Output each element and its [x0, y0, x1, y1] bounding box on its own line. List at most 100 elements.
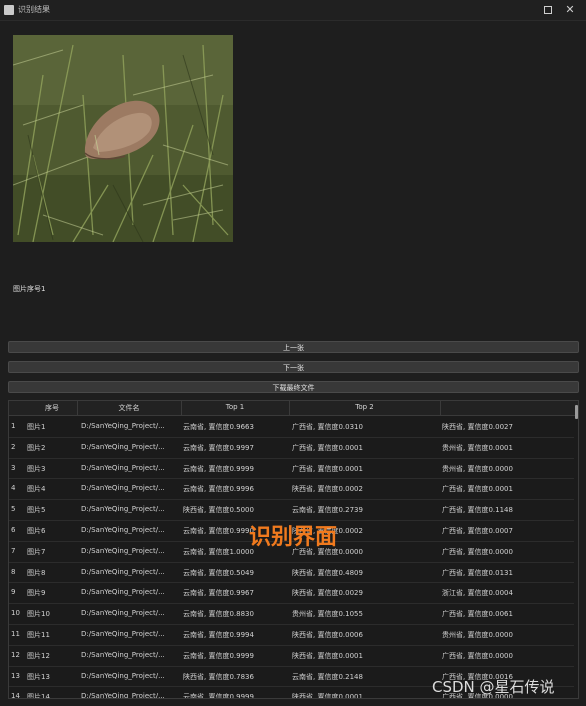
maximize-button[interactable] — [541, 3, 555, 17]
cell-num: 13 — [11, 671, 20, 680]
cell-file: D:/SanYeQing_Project/... — [81, 442, 165, 451]
cell-top3: 广西省, 置信度0.1148 — [442, 506, 513, 515]
column-header-top2[interactable]: Top 2 — [289, 403, 440, 411]
title-bar: 识别结果 ✕ — [0, 0, 586, 21]
app-icon — [4, 5, 14, 15]
cell-top3: 广西省, 置信度0.0007 — [442, 527, 513, 535]
cell-top1: 云南省, 置信度0.9663 — [183, 423, 254, 431]
cell-top3: 广西省, 置信度0.0131 — [442, 568, 513, 577]
cell-seq: 图片13 — [27, 672, 50, 681]
cell-top3: 广西省, 置信度0.0000 — [442, 547, 513, 556]
cell-top1: 云南省, 置信度0.9999 — [183, 651, 254, 660]
cell-top1: 云南省, 置信度0.9967 — [183, 589, 254, 598]
cell-file: D:/SanYeQing_Project/... — [81, 546, 165, 555]
cell-top2: 陕西省, 置信度0.0002 — [292, 485, 363, 494]
cell-file: D:/SanYeQing_Project/... — [81, 650, 165, 659]
cell-top1: 云南省, 置信度0.9996 — [183, 485, 254, 494]
cell-seq: 图片7 — [27, 547, 46, 556]
cell-top2: 陕西省, 置信度0.0001 — [292, 693, 363, 699]
cell-num: 8 — [11, 567, 16, 576]
cell-file: D:/SanYeQing_Project/... — [81, 422, 165, 430]
table-row[interactable]: 10 图片10 D:/SanYeQing_Project/... 云南省, 置信度0.… — [9, 603, 574, 625]
cell-seq: 图片5 — [27, 506, 46, 515]
cell-top3: 广西省, 置信度0.0000 — [442, 651, 513, 660]
cell-top1: 云南省, 置信度0.5049 — [183, 568, 254, 577]
cell-num: 7 — [11, 546, 16, 555]
sample-image — [13, 35, 233, 242]
vertical-scrollbar[interactable] — [575, 405, 578, 419]
cell-top2: 陕西省, 置信度0.0029 — [292, 589, 363, 598]
cell-num: 6 — [11, 526, 16, 534]
watermark: CSDN @星石传说 — [432, 678, 555, 696]
cell-num: 2 — [11, 442, 16, 451]
cell-top2: 陕西省, 置信度0.0006 — [292, 631, 363, 639]
column-header-filename[interactable]: 文件名 — [77, 403, 181, 413]
cell-seq: 图片4 — [27, 485, 46, 494]
cell-top2: 陕西省, 置信度0.0001 — [292, 651, 363, 660]
cell-top3: 广西省, 置信度0.0001 — [442, 485, 513, 494]
cell-num: 4 — [11, 484, 16, 493]
cell-file: D:/SanYeQing_Project/... — [81, 692, 165, 699]
cell-num: 12 — [11, 650, 20, 659]
cell-num: 5 — [11, 505, 16, 514]
maximize-icon — [544, 6, 552, 14]
cell-top2: 广西省, 置信度0.0310 — [292, 423, 363, 431]
cell-top1: 陕西省, 置信度0.7836 — [183, 672, 254, 681]
table-row[interactable]: 8 图片8 D:/SanYeQing_Project/... 云南省, 置信度0.50… — [9, 562, 574, 584]
cell-num: 14 — [11, 692, 20, 699]
image-index-label: 图片序号1 — [13, 285, 46, 293]
cell-top1: 陕西省, 置信度0.5000 — [183, 506, 254, 515]
cell-top3: 陕西省, 置信度0.0027 — [442, 423, 513, 431]
cell-top3: 贵州省, 置信度0.0001 — [442, 443, 513, 452]
cell-file: D:/SanYeQing_Project/... — [81, 609, 165, 618]
table-row[interactable]: 2 图片2 D:/SanYeQing_Project/... 云南省, 置信度0.99… — [9, 437, 574, 459]
cell-seq: 图片3 — [27, 464, 46, 473]
cell-num: 11 — [11, 630, 20, 638]
overlay-title: 识别界面 — [249, 525, 338, 550]
cell-top1: 云南省, 置信度0.9999 — [183, 693, 254, 699]
column-header-top1[interactable]: Top 1 — [181, 403, 289, 411]
cell-top3: 贵州省, 置信度0.0000 — [442, 464, 513, 473]
cell-file: D:/SanYeQing_Project/... — [81, 463, 165, 472]
table-row[interactable]: 5 图片5 D:/SanYeQing_Project/... 陕西省, 置信度0.50… — [9, 499, 574, 521]
cell-seq: 图片12 — [27, 651, 50, 660]
window-title: 识别结果 — [18, 5, 50, 14]
cell-top2: 广西省, 置信度0.0001 — [292, 443, 363, 452]
cell-seq: 图片10 — [27, 610, 50, 619]
table-row[interactable]: 11 图片11 D:/SanYeQing_Project/... 云南省, 置信度0.… — [9, 624, 574, 646]
cell-top3: 浙江省, 置信度0.0004 — [442, 589, 513, 598]
prev-button[interactable]: 上一张 — [8, 341, 579, 353]
cell-file: D:/SanYeQing_Project/... — [81, 588, 165, 597]
close-button[interactable]: ✕ — [563, 3, 577, 17]
cell-seq: 图片2 — [27, 443, 46, 452]
cell-seq: 图片11 — [27, 631, 50, 639]
table-row[interactable]: 9 图片9 D:/SanYeQing_Project/... 云南省, 置信度0.99… — [9, 582, 574, 605]
cell-seq: 图片6 — [27, 527, 46, 535]
table-row[interactable]: 12 图片12 D:/SanYeQing_Project/... 云南省, 置信度0.… — [9, 645, 574, 667]
cell-top2: 云南省, 置信度0.2739 — [292, 506, 363, 515]
cell-top1: 云南省, 置信度0.9997 — [183, 443, 254, 452]
cell-seq: 图片8 — [27, 568, 46, 577]
cell-top2: 广西省, 置信度0.0001 — [292, 464, 363, 473]
cell-top2: 贵州省, 置信度0.1055 — [292, 610, 363, 619]
cell-top3: 贵州省, 置信度0.0000 — [442, 631, 513, 639]
table-row[interactable]: 3 图片3 D:/SanYeQing_Project/... 云南省, 置信度0.99… — [9, 458, 574, 480]
table-row[interactable]: 1 图片1 D:/SanYeQing_Project/... 云南省, 置信度0.96… — [9, 416, 574, 438]
cell-file: D:/SanYeQing_Project/... — [81, 630, 165, 638]
table-row[interactable]: 4 图片4 D:/SanYeQing_Project/... 云南省, 置信度0.99… — [9, 478, 574, 501]
cell-file: D:/SanYeQing_Project/... — [81, 567, 165, 576]
cell-top2: 陕西省, 置信度0.4809 — [292, 568, 363, 577]
cell-seq: 图片1 — [27, 423, 46, 431]
cell-top3: 广西省, 置信度0.0061 — [442, 610, 513, 619]
cell-seq: 图片14 — [27, 693, 50, 699]
table-header: 序号 文件名 Top 1 Top 2 — [9, 401, 578, 416]
cell-num: 10 — [11, 609, 20, 618]
cell-top1: 云南省, 置信度0.9999 — [183, 464, 254, 473]
column-header-index[interactable]: 序号 — [27, 403, 77, 413]
cell-num: 3 — [11, 463, 16, 472]
download-button[interactable]: 下载最终文件 — [8, 381, 579, 393]
cell-seq: 图片9 — [27, 589, 46, 598]
cell-top1: 云南省, 置信度0.8830 — [183, 610, 254, 619]
cell-file: D:/SanYeQing_Project/... — [81, 671, 165, 680]
next-button[interactable]: 下一张 — [8, 361, 579, 373]
